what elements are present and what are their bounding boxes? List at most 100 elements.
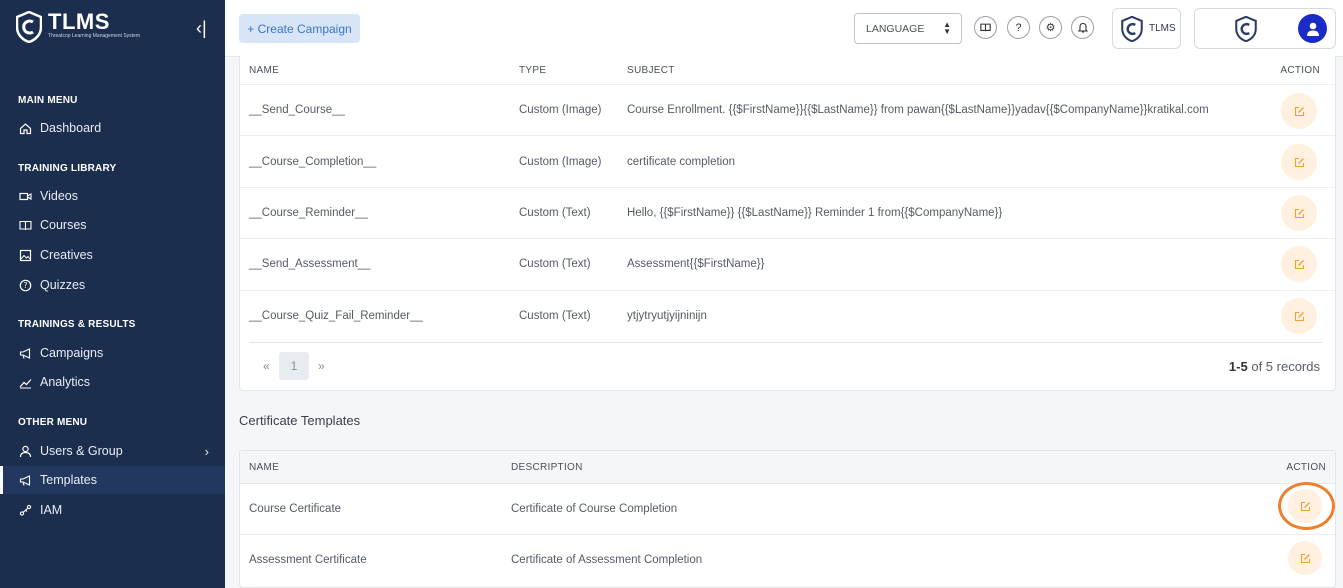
table-header: NAME DESCRIPTION ACTION: [240, 451, 1335, 484]
language-label: LANGUAGE: [866, 22, 925, 35]
shield-logo-icon: [1121, 15, 1143, 42]
create-campaign-button[interactable]: + Create Campaign: [239, 14, 360, 43]
chevron-right-icon: ›: [204, 444, 209, 459]
divider: [249, 342, 1322, 343]
book-icon[interactable]: [974, 16, 997, 39]
row-name: __Send_Assessment__: [249, 258, 371, 270]
svg-text:?: ?: [23, 281, 27, 290]
section-training-library: TRAINING LIBRARY: [18, 163, 117, 174]
column-header-description: DESCRIPTION: [511, 462, 583, 473]
records-count: 1-5 of 5 records: [1229, 359, 1320, 374]
settings-icon[interactable]: ⚙: [1039, 16, 1062, 39]
edit-icon: [1294, 106, 1304, 116]
row-name: __Course_Reminder__: [249, 207, 368, 219]
row-subject: Course Enrollment. {{$FirstName}}{{$Last…: [627, 104, 1209, 116]
home-icon: [18, 121, 32, 135]
row-name: __Course_Completion__: [249, 156, 377, 168]
divider: [240, 238, 1335, 239]
certificate-templates-table: NAME DESCRIPTION ACTION Course Certifica…: [239, 450, 1336, 588]
column-header-name: NAME: [249, 462, 280, 473]
row-subject: Hello, {{$FirstName}} {{$LastName}} Remi…: [627, 207, 1003, 219]
pagination-next[interactable]: »: [318, 359, 325, 373]
divider: [240, 187, 1335, 188]
shield-logo-icon: [16, 11, 42, 43]
certificate-section-title: Certificate Templates: [239, 413, 361, 428]
brand-name: TLMS: [48, 9, 110, 34]
edit-icon: [1294, 208, 1304, 218]
row-subject: certificate completion: [627, 156, 736, 168]
row-name: __Send_Course__: [249, 104, 345, 116]
sidebar-item-label: Quizzes: [40, 278, 86, 292]
brand-logo[interactable]: TLMS Threatcop Learning Management Syste…: [16, 11, 158, 43]
user-icon: [18, 444, 32, 458]
edit-icon: [1294, 311, 1304, 321]
brand-short-label: TLMS: [1149, 23, 1176, 34]
row-name: Course Certificate: [249, 503, 342, 515]
section-main-menu: MAIN MENU: [18, 95, 78, 106]
sidebar-item-label: Creatives: [40, 248, 93, 262]
org-logo-icon: [1235, 16, 1257, 42]
sidebar-item-label: Analytics: [40, 375, 91, 389]
edit-button[interactable]: [1288, 541, 1322, 575]
edit-icon: [1294, 157, 1304, 167]
select-arrows-icon: ▲ ▼: [943, 20, 951, 36]
sidebar-item-label: Templates: [40, 473, 97, 487]
column-header-type: TYPE: [519, 65, 547, 76]
divider: [240, 290, 1335, 291]
row-type: Custom (Text): [519, 310, 591, 322]
image-icon: [18, 248, 32, 262]
sidebar-item-dashboard[interactable]: Dashboard: [0, 114, 225, 142]
sidebar-item-templates[interactable]: Templates: [0, 466, 225, 494]
edit-button[interactable]: [1281, 246, 1317, 282]
edit-button[interactable]: [1281, 298, 1317, 334]
edit-button[interactable]: [1281, 195, 1317, 231]
edit-button[interactable]: [1281, 93, 1317, 129]
row-type: Custom (Image): [519, 104, 602, 116]
sidebar-item-users-group[interactable]: Users & Group ›: [0, 437, 225, 465]
iam-icon: [18, 503, 32, 517]
records-range: 1-5: [1228, 359, 1248, 374]
row-type: Custom (Image): [519, 156, 602, 168]
user-menu[interactable]: [1194, 8, 1336, 49]
topbar: + Create Campaign LANGUAGE ▲ ▼ ? ⚙ TLMS: [225, 0, 1343, 57]
divider: [240, 534, 1335, 535]
question-icon: ?: [18, 278, 32, 292]
chart-icon: [18, 375, 32, 389]
sidebar-item-label: Videos: [40, 189, 78, 203]
row-name: __Course_Quiz_Fail_Reminder__: [249, 310, 423, 322]
language-select[interactable]: LANGUAGE ▲ ▼: [854, 13, 962, 44]
sidebar-item-quizzes[interactable]: ? Quizzes: [0, 271, 225, 299]
collapse-icon[interactable]: ‹|: [196, 18, 207, 39]
sidebar-item-creatives[interactable]: Creatives: [0, 241, 225, 269]
sidebar: TLMS Threatcop Learning Management Syste…: [0, 0, 225, 588]
divider: [240, 135, 1335, 136]
sidebar-item-iam[interactable]: IAM: [0, 496, 225, 524]
pagination-prev[interactable]: «: [263, 359, 270, 373]
sidebar-item-videos[interactable]: Videos: [0, 182, 225, 210]
avatar[interactable]: [1298, 14, 1327, 43]
video-icon: [18, 189, 32, 203]
megaphone-icon: [18, 346, 32, 360]
divider: [240, 84, 1335, 85]
column-header-action: ACTION: [1280, 65, 1320, 76]
email-templates-table: NAME TYPE SUBJECT ACTION __Send_Course__…: [239, 56, 1336, 391]
bell-icon[interactable]: [1071, 16, 1094, 39]
section-other-menu: OTHER MENU: [18, 417, 88, 428]
edit-icon: [1300, 553, 1310, 563]
row-description: Certificate of Course Completion: [511, 503, 678, 515]
edit-button[interactable]: [1281, 144, 1317, 180]
records-total: of 5 records: [1251, 359, 1320, 374]
sidebar-item-courses[interactable]: Courses: [0, 211, 225, 239]
column-header-name: NAME: [249, 65, 280, 76]
row-subject: ytjytryutjyijninijn: [627, 310, 707, 322]
edit-icon: [1294, 259, 1304, 269]
help-icon[interactable]: ?: [1007, 16, 1030, 39]
sidebar-item-analytics[interactable]: Analytics: [0, 368, 225, 396]
row-description: Certificate of Assessment Completion: [511, 554, 703, 566]
brand-switcher[interactable]: TLMS: [1112, 8, 1181, 49]
sidebar-item-label: Campaigns: [40, 346, 104, 360]
sidebar-item-campaigns[interactable]: Campaigns: [0, 339, 225, 367]
sidebar-item-label: Users & Group: [40, 444, 123, 458]
column-header-subject: SUBJECT: [627, 65, 675, 76]
pagination-page[interactable]: 1: [279, 352, 309, 380]
